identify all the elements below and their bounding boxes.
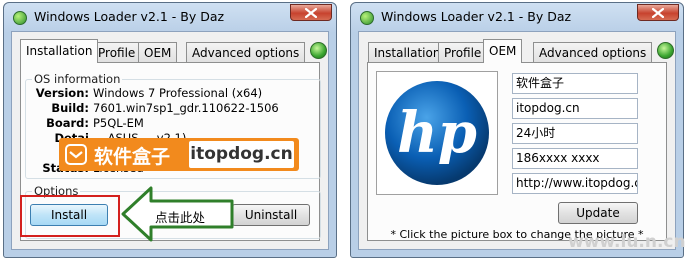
info-row-build: Build: 7601.win7sp1_gdr.110622-1506: [32, 101, 279, 116]
oem-phone-field[interactable]: 186xxxx xxxx: [512, 148, 638, 169]
install-button[interactable]: Install: [30, 204, 108, 226]
oem-manufacturer-field[interactable]: 软件盒子: [512, 73, 638, 94]
tab-advanced-options[interactable]: Advanced options: [533, 42, 653, 62]
info-key: Board:: [46, 116, 89, 130]
tab-oem[interactable]: OEM: [138, 42, 178, 62]
callout-text: 点击此处: [155, 210, 206, 225]
close-icon: [652, 8, 664, 18]
close-icon: [305, 8, 317, 18]
tab-oem[interactable]: OEM: [483, 39, 523, 63]
info-value: P5QL-EM: [93, 116, 144, 130]
window-client-area: Installation Profile OEM Advanced option…: [358, 31, 676, 250]
tab-advanced-options[interactable]: Advanced options: [186, 42, 306, 62]
os-information-title: OS information: [32, 72, 123, 86]
loader-window-oem: Windows Loader v2.1 - By Daz Installatio…: [350, 2, 684, 258]
window-title: Windows Loader v2.1 - By Daz: [34, 9, 225, 24]
title-bar[interactable]: Windows Loader v2.1 - By Daz: [351, 3, 683, 31]
brand-url: itopdog.cn: [189, 141, 294, 168]
close-button[interactable]: [290, 4, 332, 21]
oem-panel: hp 软件盒子 itopdog.cn 24小时 186xxxx xxxx htt…: [367, 62, 667, 241]
update-button[interactable]: Update: [558, 202, 638, 224]
title-bar[interactable]: Windows Loader v2.1 - By Daz: [4, 3, 336, 31]
tab-installation[interactable]: Installation: [20, 39, 99, 63]
tab-profile[interactable]: Profile: [438, 42, 488, 62]
status-indicator-icon: [657, 42, 674, 59]
oem-logo-picture-box[interactable]: hp: [376, 71, 498, 195]
hp-logo-icon: hp: [385, 81, 489, 185]
uninstall-button[interactable]: Uninstall: [232, 204, 310, 226]
info-value: Windows 7 Professional (x64): [93, 86, 263, 100]
site-watermark: www.lu.n.cn: [568, 232, 686, 252]
hp-logo-text: hp: [397, 100, 477, 166]
close-button[interactable]: [637, 4, 679, 21]
app-icon: [360, 11, 374, 25]
brand-name: 软件盒子: [94, 146, 171, 168]
info-key: Version:: [35, 86, 89, 100]
window-title: Windows Loader v2.1 - By Daz: [381, 9, 572, 24]
info-key: Build:: [51, 101, 89, 115]
info-value: 7601.win7sp1_gdr.110622-1506: [93, 101, 279, 115]
brand-watermark: 软件盒子 itopdog.cn: [59, 138, 299, 171]
status-indicator-icon: [310, 42, 327, 59]
tab-profile[interactable]: Profile: [92, 42, 142, 62]
oem-url-field[interactable]: http://www.itopdog.cn: [512, 173, 638, 194]
tab-installation[interactable]: Installation: [368, 42, 447, 62]
info-row-version: Version: Windows 7 Professional (x64): [32, 86, 262, 101]
app-icon: [13, 11, 27, 25]
info-row-board: Board: P5QL-EM: [32, 116, 144, 131]
oem-support-hours-field[interactable]: 24小时: [512, 123, 638, 144]
brand-logo-icon: [65, 144, 87, 165]
oem-model-field[interactable]: itopdog.cn: [512, 98, 638, 119]
